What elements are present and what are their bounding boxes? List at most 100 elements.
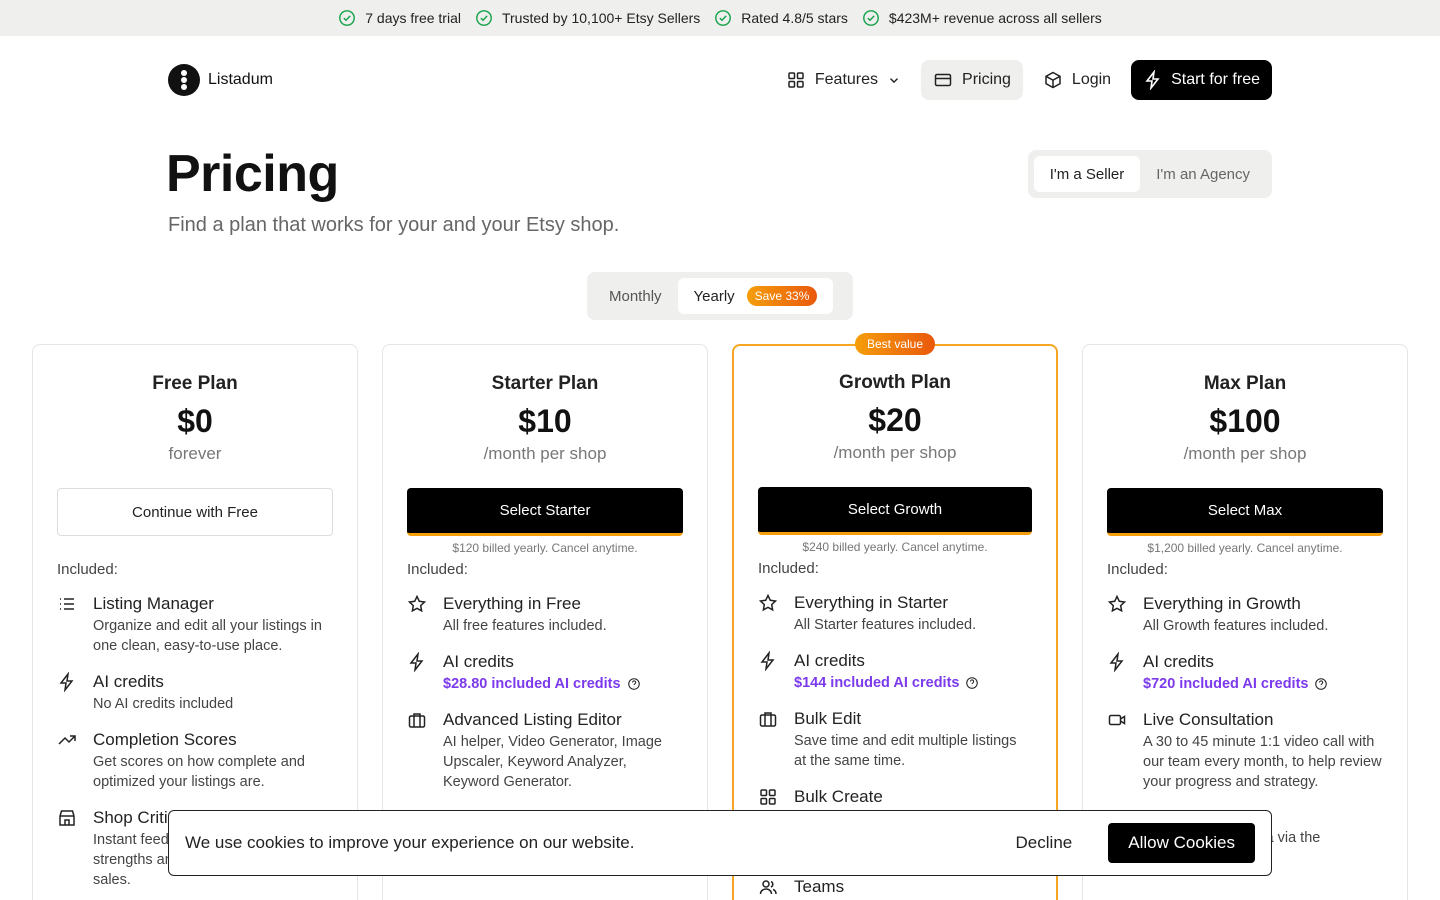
included-label: Included: bbox=[407, 561, 468, 578]
billing-note: $1,200 billed yearly. Cancel anytime. bbox=[1147, 541, 1343, 555]
lightning-icon bbox=[1145, 70, 1160, 90]
credit-card-icon bbox=[934, 73, 952, 87]
feature-item: Everything in Starter All Starter feature… bbox=[758, 593, 1032, 635]
nav-links: Features Pricing Login Start for free bbox=[774, 60, 1272, 100]
continue-with-free-button[interactable]: Continue with Free bbox=[57, 488, 333, 536]
help-icon[interactable] bbox=[627, 677, 641, 691]
plan-period: forever bbox=[168, 444, 222, 463]
banner-item: 7 days free trial bbox=[338, 9, 461, 27]
allow-cookies-button[interactable]: Allow Cookies bbox=[1108, 823, 1255, 863]
check-circle-icon bbox=[715, 10, 732, 26]
feature-item: Completion Scores Get scores on how compl… bbox=[57, 730, 333, 792]
feature-title: Everything in Growth bbox=[1143, 594, 1301, 613]
feature-item: Teams bbox=[758, 877, 1032, 899]
feature-title: Bulk Create bbox=[794, 787, 883, 806]
grid-icon bbox=[788, 72, 804, 88]
cookie-banner: We use cookies to improve your experienc… bbox=[168, 810, 1272, 876]
cookie-actions: Decline Allow Cookies bbox=[1000, 823, 1255, 863]
feature-desc: No AI credits included bbox=[93, 696, 234, 712]
banner-text: Trusted by 10,100+ Etsy Sellers bbox=[501, 10, 701, 26]
feature-item: AI credits $28.80 included AI credits bbox=[407, 651, 683, 694]
cookie-message: We use cookies to improve your experienc… bbox=[185, 833, 635, 852]
feature-item: Live Consultation A 30 to 45 minute 1:1 v… bbox=[1107, 710, 1383, 792]
feature-title: Completion Scores bbox=[93, 730, 237, 749]
lightning-icon bbox=[760, 650, 775, 672]
cube-icon bbox=[1045, 71, 1061, 89]
feature-desc: All free features included. bbox=[443, 618, 607, 634]
banner-item: Trusted by 10,100+ Etsy Sellers bbox=[475, 9, 700, 27]
star-icon bbox=[407, 594, 427, 613]
plan-period: /month per shop bbox=[1183, 444, 1307, 463]
start-for-free-button[interactable]: Start for free bbox=[1131, 60, 1272, 100]
brand-name: Listadum bbox=[208, 71, 273, 88]
plan-name: Max Plan bbox=[1203, 373, 1287, 394]
feature-title: Everything in Starter bbox=[794, 593, 949, 612]
top-banner: 7 days free trial Trusted by 10,100+ Ets… bbox=[0, 0, 1440, 36]
nav-login-label: Login bbox=[1071, 71, 1112, 88]
banner-item: $423M+ revenue across all sellers bbox=[862, 9, 1102, 27]
banner-text: Rated 4.8/5 stars bbox=[741, 10, 848, 26]
help-icon[interactable] bbox=[965, 676, 979, 690]
feature-title: Advanced Listing Editor bbox=[443, 710, 622, 729]
brand-link[interactable]: Listadum bbox=[168, 64, 273, 96]
feature-item: Everything in Growth All Growth features … bbox=[1107, 594, 1383, 636]
feature-title: Listing Manager bbox=[93, 594, 214, 613]
help-icon[interactable] bbox=[1314, 677, 1328, 691]
ai-credits-text: $720 included AI credits bbox=[1143, 676, 1309, 692]
feature-item: Listing Manager Organize and edit all you… bbox=[57, 594, 333, 656]
feature-desc: Organize and edit all your listings in o… bbox=[93, 618, 322, 654]
audience-toggle: I'm a Seller I'm an Agency bbox=[1027, 150, 1272, 198]
billing-note: $120 billed yearly. Cancel anytime. bbox=[452, 541, 638, 555]
star-icon bbox=[758, 593, 778, 612]
check-circle-icon bbox=[339, 10, 356, 26]
feature-item: AI credits $720 included AI credits bbox=[1107, 651, 1383, 694]
tab-agency[interactable]: I'm an Agency bbox=[1140, 156, 1266, 192]
feature-item: Bulk Edit Save time and edit multiple lis… bbox=[758, 709, 1032, 771]
select-starter-button[interactable]: Select Starter bbox=[407, 488, 683, 536]
billing-toggle: Monthly Yearly Save 33% bbox=[587, 272, 853, 320]
billing-yearly-label: Yearly bbox=[693, 287, 735, 305]
listadum-logo-icon bbox=[168, 64, 200, 96]
feature-item: Everything in Free All free features incl… bbox=[407, 594, 683, 636]
users-icon bbox=[759, 880, 777, 895]
feature-title: Live Consultation bbox=[1143, 710, 1274, 729]
billing-yearly[interactable]: Yearly Save 33% bbox=[677, 278, 834, 314]
briefcase-icon bbox=[759, 712, 777, 727]
select-max-button[interactable]: Select Max bbox=[1107, 488, 1383, 536]
nav-features[interactable]: Features bbox=[774, 60, 913, 100]
ai-credits-value: $720 included AI credits bbox=[1143, 674, 1328, 694]
page-title: Pricing bbox=[166, 145, 339, 203]
billing-monthly[interactable]: Monthly bbox=[593, 278, 678, 314]
plan-price: $0 bbox=[177, 403, 213, 439]
video-camera-icon bbox=[1108, 714, 1126, 726]
main-nav: Listadum Features Pricing Login Start fo… bbox=[168, 60, 1272, 100]
trending-up-icon bbox=[58, 735, 76, 745]
ai-credits-value: $28.80 included AI credits bbox=[443, 674, 641, 694]
banner-text: 7 days free trial bbox=[365, 10, 461, 26]
plan-price: $10 bbox=[518, 403, 572, 439]
feature-title: Everything in Free bbox=[443, 594, 581, 613]
feature-desc: Save time and edit multiple listings at … bbox=[794, 733, 1017, 769]
banner-text: $423M+ revenue across all sellers bbox=[888, 10, 1102, 26]
lightning-icon bbox=[59, 671, 74, 693]
tab-seller[interactable]: I'm a Seller bbox=[1033, 156, 1141, 192]
page-subtitle: Find a plan that works for your and your… bbox=[168, 214, 620, 236]
nav-pricing[interactable]: Pricing bbox=[921, 60, 1023, 100]
plan-price: $20 bbox=[868, 402, 922, 438]
select-growth-button[interactable]: Select Growth bbox=[758, 487, 1032, 535]
best-value-badge: Best value bbox=[854, 333, 936, 355]
lightning-icon bbox=[1109, 651, 1124, 673]
decline-cookies-button[interactable]: Decline bbox=[1000, 833, 1089, 853]
feature-item: AI credits $144 included AI credits bbox=[758, 650, 1032, 693]
list-icon bbox=[60, 598, 74, 610]
briefcase-icon bbox=[408, 713, 426, 728]
feature-desc: All Growth features included. bbox=[1143, 618, 1329, 634]
banner-item: Rated 4.8/5 stars bbox=[714, 9, 848, 27]
feature-title: Teams bbox=[794, 877, 845, 896]
plan-period: /month per shop bbox=[833, 443, 957, 462]
nav-login[interactable]: Login bbox=[1031, 60, 1123, 100]
feature-desc: AI helper, Video Generator, Image Upscal… bbox=[443, 734, 662, 790]
feature-title: Bulk Edit bbox=[794, 709, 862, 728]
billing-note: $240 billed yearly. Cancel anytime. bbox=[802, 540, 988, 554]
included-label: Included: bbox=[57, 561, 118, 578]
